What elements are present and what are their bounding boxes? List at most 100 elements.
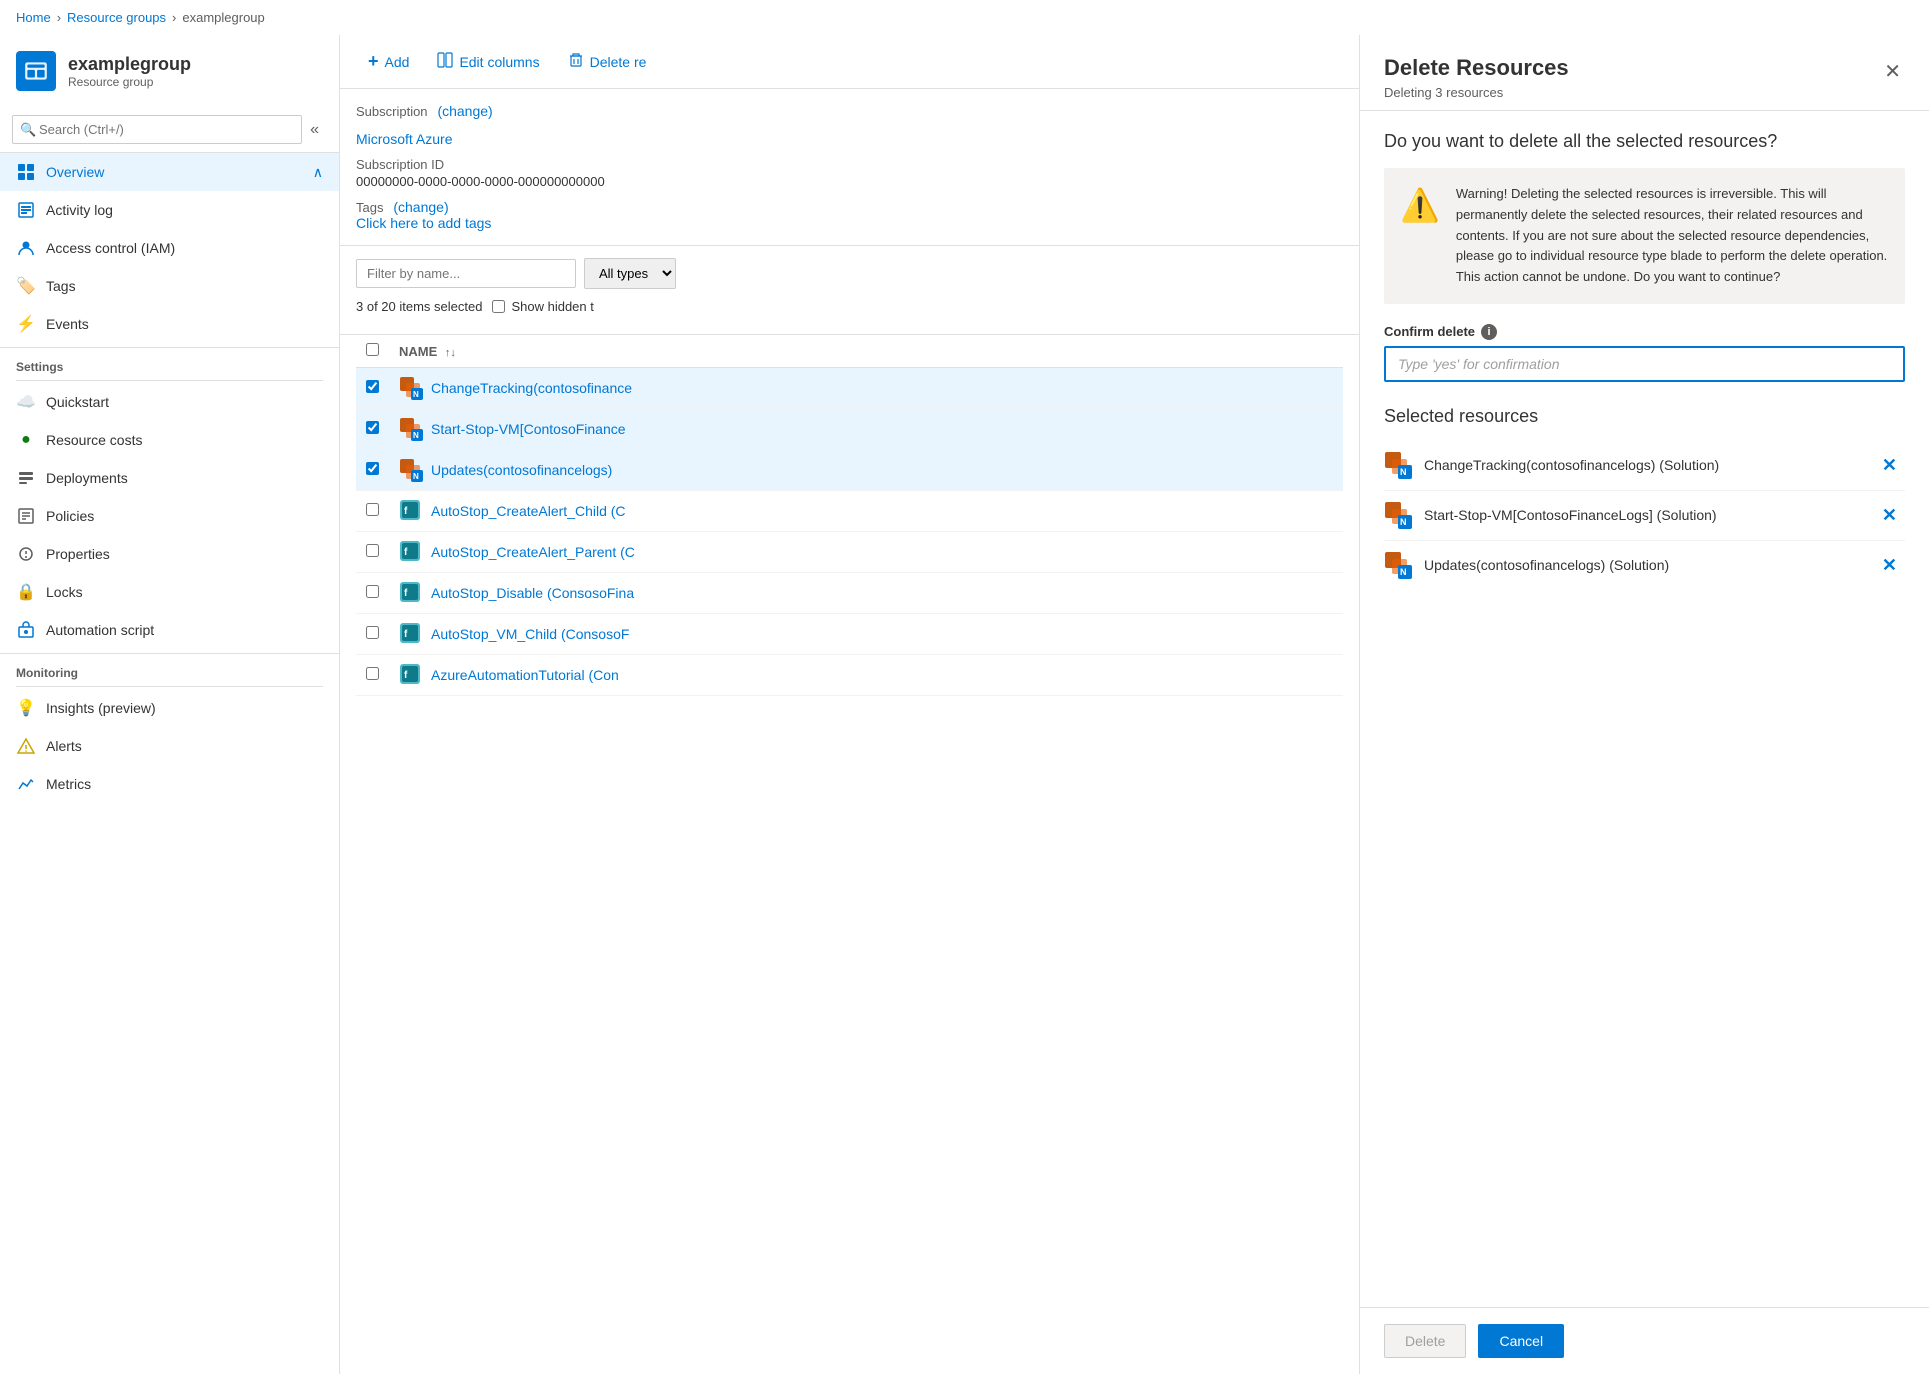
- subscription-name-link[interactable]: Microsoft Azure: [356, 131, 452, 147]
- tags-add-link[interactable]: Click here to add tags: [356, 215, 491, 231]
- sidebar-item-overview[interactable]: Overview ∧: [0, 153, 339, 191]
- remove-resource-button[interactable]: ✕: [1874, 501, 1905, 530]
- row-checkbox[interactable]: [366, 462, 379, 475]
- selected-resource-item: N ChangeTracking(contosofinancelogs) (So…: [1384, 441, 1905, 491]
- items-selected-count: 3 of 20 items selected: [356, 299, 482, 314]
- add-button[interactable]: + Add: [356, 45, 421, 78]
- sidebar-item-access-control[interactable]: Access control (IAM): [0, 229, 339, 267]
- confirm-delete-input[interactable]: [1384, 346, 1905, 382]
- row-checkbox[interactable]: [366, 626, 379, 639]
- cancel-delete-button[interactable]: Cancel: [1478, 1324, 1564, 1358]
- sidebar-item-activity-log[interactable]: Activity log: [0, 191, 339, 229]
- tags-change-link[interactable]: (change): [393, 199, 448, 215]
- search-input[interactable]: [12, 115, 302, 144]
- resource-name-link[interactable]: f AutoStop_CreateAlert_Child (C: [399, 499, 1333, 523]
- resource-type: Resource group: [68, 75, 191, 89]
- activity-log-icon: [16, 200, 36, 220]
- close-delete-panel-button[interactable]: ✕: [1880, 55, 1905, 88]
- sidebar-item-metrics[interactable]: Metrics: [0, 765, 339, 803]
- subscription-value: Microsoft Azure: [356, 131, 1343, 147]
- resource-name-link[interactable]: f AutoStop_VM_Child (ConsosoF: [399, 622, 1333, 646]
- filter-by-name-input[interactable]: [356, 259, 576, 288]
- quickstart-icon: ☁️: [16, 392, 36, 412]
- costs-icon: ●: [16, 430, 36, 450]
- remove-resource-button[interactable]: ✕: [1874, 451, 1905, 480]
- breadcrumb-home[interactable]: Home: [16, 10, 51, 25]
- insights-icon: 💡: [16, 698, 36, 718]
- svg-text:N: N: [1400, 567, 1407, 577]
- logicapp-icon: f: [399, 622, 423, 646]
- row-checkbox[interactable]: [366, 380, 379, 393]
- monitoring-section-title: Monitoring: [0, 653, 339, 684]
- resource-name-link[interactable]: f AutoStop_CreateAlert_Parent (C: [399, 540, 1333, 564]
- selected-resource-name: Updates(contosofinancelogs) (Solution): [1424, 557, 1862, 573]
- table-row: f AutoStop_Disable (ConsosoFina: [356, 573, 1343, 614]
- delete-panel-footer: Delete Cancel: [1360, 1307, 1929, 1374]
- metrics-icon: [16, 774, 36, 794]
- row-checkbox[interactable]: [366, 544, 379, 557]
- delete-icon: [568, 52, 584, 71]
- show-hidden-label[interactable]: Show hidden t: [492, 299, 593, 314]
- delete-panel-subtitle: Deleting 3 resources: [1384, 85, 1569, 100]
- sidebar-item-events-label: Events: [46, 316, 89, 332]
- sort-arrows: ↑↓: [445, 347, 456, 359]
- sidebar-item-events[interactable]: ⚡ Events: [0, 305, 339, 343]
- edit-columns-button[interactable]: Edit columns: [425, 46, 551, 77]
- sidebar-item-automation-script[interactable]: Automation script: [0, 611, 339, 649]
- sidebar-item-alerts[interactable]: Alerts: [0, 727, 339, 765]
- sidebar-navigation: Overview ∧ Activity log Access control (…: [0, 153, 339, 1374]
- sidebar-item-policies[interactable]: Policies: [0, 497, 339, 535]
- selected-resource-item: N Start-Stop-VM[ContosoFinanceLogs] (Sol…: [1384, 491, 1905, 541]
- sidebar-item-metrics-label: Metrics: [46, 776, 91, 792]
- overview-chevron: ∧: [313, 164, 323, 181]
- row-checkbox[interactable]: [366, 585, 379, 598]
- sidebar-item-locks[interactable]: 🔒 Locks: [0, 573, 339, 611]
- subscription-id-value: 00000000-0000-0000-0000-000000000000: [356, 174, 1343, 189]
- delete-button[interactable]: Delete re: [556, 46, 659, 77]
- content-toolbar: + Add Edit columns Delete re: [340, 35, 1359, 89]
- sidebar-item-deployments[interactable]: Deployments: [0, 459, 339, 497]
- policies-icon: [16, 506, 36, 526]
- show-hidden-checkbox[interactable]: [492, 300, 505, 313]
- sidebar-item-properties[interactable]: Properties: [0, 535, 339, 573]
- breadcrumb-resource-groups[interactable]: Resource groups: [67, 10, 166, 25]
- sidebar: examplegroup Resource group 🔍 « Overview: [0, 35, 340, 1374]
- overview-icon: [16, 162, 36, 182]
- row-checkbox[interactable]: [366, 503, 379, 516]
- add-icon: +: [368, 51, 379, 72]
- selected-resource-icon: N: [1384, 501, 1412, 529]
- select-all-checkbox[interactable]: [366, 343, 379, 356]
- sidebar-item-access-control-label: Access control (IAM): [46, 240, 175, 256]
- sidebar-item-tags[interactable]: 🏷️ Tags: [0, 267, 339, 305]
- filter-bar: All types: [356, 258, 1343, 289]
- warning-icon: ⚠️: [1400, 186, 1440, 224]
- search-icon: 🔍: [20, 122, 36, 138]
- subscription-change-link[interactable]: (change): [437, 103, 492, 119]
- confirm-label: Confirm delete i: [1384, 324, 1905, 340]
- resource-name-link[interactable]: N ChangeTracking(contosofinance: [399, 376, 1333, 400]
- resource-name-link[interactable]: N Updates(contosofinancelogs): [399, 458, 1333, 482]
- sidebar-item-properties-label: Properties: [46, 546, 110, 562]
- sidebar-item-resource-costs[interactable]: ● Resource costs: [0, 421, 339, 459]
- resource-name-link[interactable]: N Start-Stop-VM[ContosoFinance: [399, 417, 1333, 441]
- warning-box: ⚠️ Warning! Deleting the selected resour…: [1384, 168, 1905, 304]
- tags-row: Tags (change): [356, 199, 1343, 215]
- sidebar-item-quickstart[interactable]: ☁️ Quickstart: [0, 383, 339, 421]
- selected-resources-title: Selected resources: [1384, 406, 1905, 427]
- resource-name-link[interactable]: f AzureAutomationTutorial (Con: [399, 663, 1333, 687]
- sidebar-item-policies-label: Policies: [46, 508, 94, 524]
- sidebar-item-alerts-label: Alerts: [46, 738, 82, 754]
- confirm-delete-button[interactable]: Delete: [1384, 1324, 1466, 1358]
- resource-name-link[interactable]: f AutoStop_Disable (ConsosoFina: [399, 581, 1333, 605]
- type-filter-select[interactable]: All types: [584, 258, 676, 289]
- sidebar-item-automation-script-label: Automation script: [46, 622, 154, 638]
- tags-icon: 🏷️: [16, 276, 36, 296]
- alerts-icon: [16, 736, 36, 756]
- sidebar-item-insights[interactable]: 💡 Insights (preview): [0, 689, 339, 727]
- delete-panel-title: Delete Resources: [1384, 55, 1569, 81]
- sidebar-collapse-button[interactable]: «: [302, 117, 327, 143]
- row-checkbox[interactable]: [366, 667, 379, 680]
- remove-resource-button[interactable]: ✕: [1874, 551, 1905, 580]
- row-checkbox[interactable]: [366, 421, 379, 434]
- table-row: f AutoStop_CreateAlert_Child (C: [356, 491, 1343, 532]
